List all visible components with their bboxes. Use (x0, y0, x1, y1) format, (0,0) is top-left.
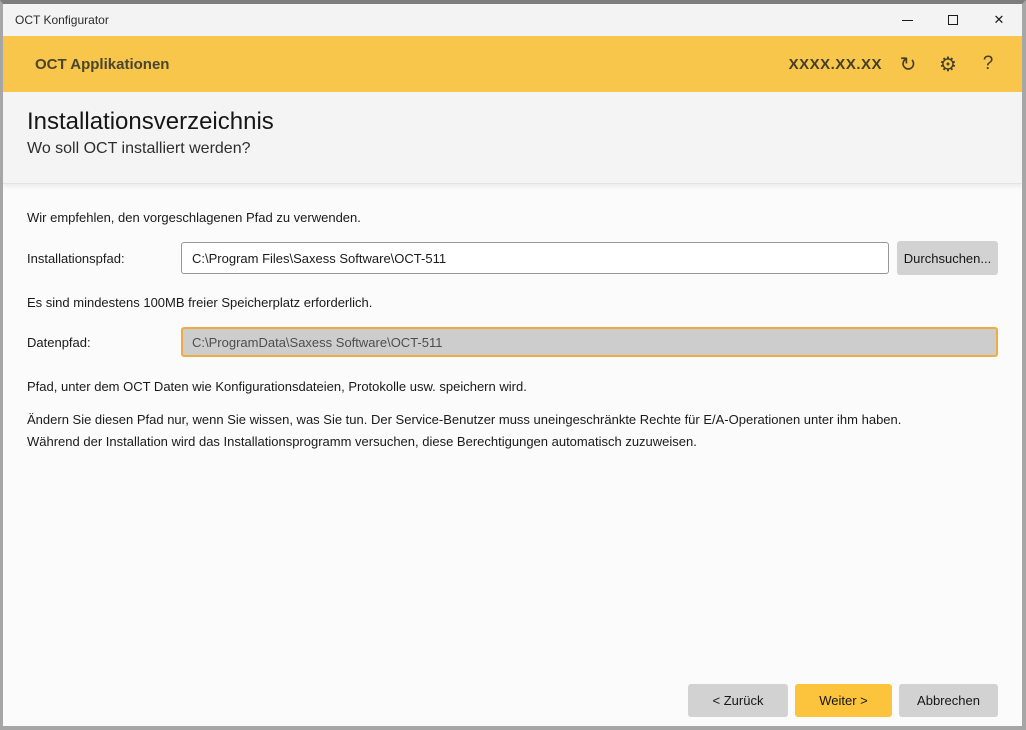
warning-line-2: Während der Installation wird das Instal… (27, 431, 998, 453)
app-title: OCT Applikationen (35, 56, 169, 73)
back-button[interactable]: < Zurück (688, 684, 788, 717)
maximize-button[interactable] (930, 4, 976, 36)
browse-button[interactable]: Durchsuchen... (897, 241, 998, 275)
help-button[interactable]: ? (968, 44, 1008, 84)
cancel-button[interactable]: Abbrechen (899, 684, 998, 717)
close-button[interactable]: ✕ (976, 4, 1022, 36)
version-label: XXXX.XX.XX (789, 56, 882, 73)
minimize-icon (902, 20, 913, 21)
gear-icon: ⚙ (939, 52, 957, 77)
refresh-icon: ↻ (900, 52, 917, 77)
install-path-label: Installationspfad: (27, 251, 181, 266)
app-header: OCT Applikationen XXXX.XX.XX ↻ ⚙ ? (3, 36, 1022, 92)
data-path-note: Pfad, unter dem OCT Daten wie Konfigurat… (27, 379, 998, 394)
titlebar: OCT Konfigurator ✕ (3, 4, 1022, 36)
next-button[interactable]: Weiter > (795, 684, 892, 717)
minimize-button[interactable] (884, 4, 930, 36)
page-subtitle: Wo soll OCT installiert werden? (27, 140, 998, 158)
oct-konfigurator-window: OCT Konfigurator ✕ OCT Applikationen XXX… (0, 0, 1026, 730)
disk-space-note: Es sind mindestens 100MB freier Speicher… (27, 295, 998, 310)
install-path-input[interactable] (181, 242, 889, 274)
window-title: OCT Konfigurator (3, 13, 884, 27)
main-content: Wir empfehlen, den vorgeschlagenen Pfad … (3, 184, 1022, 684)
warning-text: Ändern Sie diesen Pfad nur, wenn Sie wis… (27, 409, 998, 453)
maximize-icon (948, 15, 958, 25)
settings-button[interactable]: ⚙ (928, 44, 968, 84)
page-heading-section: Installationsverzeichnis Wo soll OCT ins… (3, 92, 1022, 184)
wizard-footer: < Zurück Weiter > Abbrechen (3, 684, 1022, 726)
data-path-row: Datenpfad: (27, 327, 998, 357)
warning-line-1: Ändern Sie diesen Pfad nur, wenn Sie wis… (27, 409, 998, 431)
app-header-actions: XXXX.XX.XX ↻ ⚙ ? (789, 44, 1008, 84)
data-path-input[interactable] (181, 327, 998, 357)
intro-text: Wir empfehlen, den vorgeschlagenen Pfad … (27, 210, 998, 225)
page-title: Installationsverzeichnis (27, 107, 998, 137)
help-icon: ? (983, 53, 994, 75)
close-icon: ✕ (994, 12, 1005, 28)
refresh-button[interactable]: ↻ (888, 44, 928, 84)
data-path-label: Datenpfad: (27, 335, 181, 350)
install-path-row: Installationspfad: Durchsuchen... (27, 241, 998, 275)
